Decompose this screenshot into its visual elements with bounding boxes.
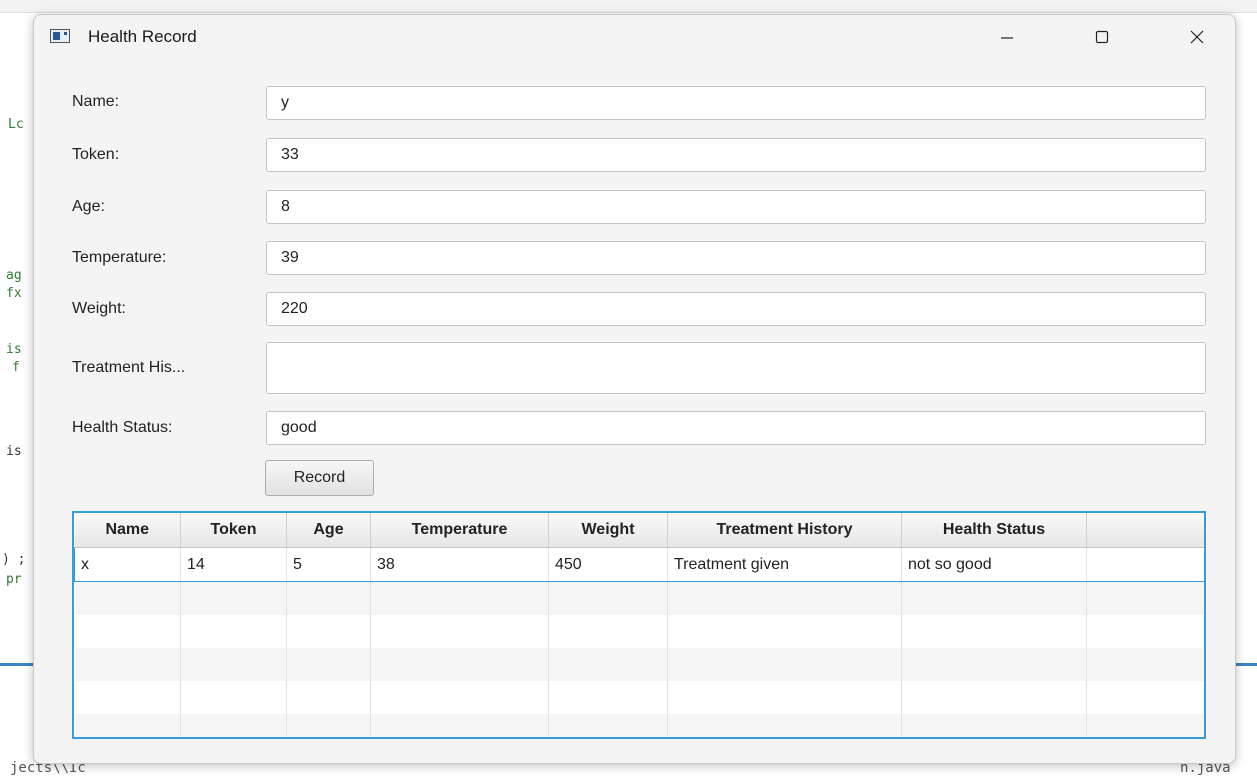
background-code-fragment: pr bbox=[6, 572, 22, 587]
column-header-temperature[interactable]: Temperature bbox=[370, 513, 549, 548]
close-button[interactable] bbox=[1174, 21, 1220, 53]
maximize-button[interactable] bbox=[1079, 21, 1125, 53]
table-header-row: Name Token Age Temperature Weight Treatm… bbox=[74, 513, 1204, 548]
table-cell[interactable]: 14 bbox=[180, 547, 287, 582]
table-cell[interactable]: x bbox=[74, 547, 181, 582]
table-cell[interactable] bbox=[1086, 547, 1204, 582]
table-cell[interactable]: 5 bbox=[286, 547, 371, 582]
temperature-field[interactable] bbox=[266, 241, 1206, 275]
table-cell[interactable]: 38 bbox=[370, 547, 549, 582]
name-label: Name: bbox=[72, 93, 120, 110]
column-header-filler bbox=[1086, 513, 1204, 548]
empty-table-row bbox=[74, 714, 1204, 737]
minimize-icon bbox=[1001, 37, 1013, 39]
app-window-icon bbox=[50, 29, 70, 43]
health-status-field[interactable] bbox=[266, 411, 1206, 445]
table-cell[interactable]: 450 bbox=[548, 547, 668, 582]
health-record-window: Health Record Name: Token: Age: Temperat… bbox=[33, 14, 1236, 764]
background-code-fragment: f bbox=[12, 360, 20, 375]
empty-table-row bbox=[74, 648, 1204, 681]
column-header-age[interactable]: Age bbox=[286, 513, 371, 548]
health-status-label: Health Status: bbox=[72, 419, 173, 436]
age-label: Age: bbox=[72, 198, 105, 215]
background-code-fragment: is bbox=[6, 444, 22, 459]
close-icon bbox=[1190, 30, 1204, 44]
name-field[interactable] bbox=[266, 86, 1206, 120]
background-code-fragment: fx bbox=[6, 286, 22, 301]
column-header-health-status[interactable]: Health Status bbox=[901, 513, 1087, 548]
token-label: Token: bbox=[72, 146, 120, 163]
table-cell[interactable]: not so good bbox=[901, 547, 1087, 582]
temperature-label: Temperature: bbox=[72, 249, 167, 266]
empty-table-row bbox=[74, 581, 1204, 615]
age-field[interactable] bbox=[266, 190, 1206, 224]
background-code-fragment: ) ; bbox=[2, 552, 26, 567]
records-table[interactable]: Name Token Age Temperature Weight Treatm… bbox=[72, 511, 1206, 739]
column-header-name[interactable]: Name bbox=[74, 513, 181, 548]
column-header-weight[interactable]: Weight bbox=[548, 513, 668, 548]
maximize-icon bbox=[1095, 30, 1109, 44]
treatment-history-label: Treatment His... bbox=[72, 359, 186, 376]
column-header-token[interactable]: Token bbox=[180, 513, 287, 548]
title-bar[interactable]: Health Record bbox=[34, 15, 1235, 59]
empty-table-row bbox=[74, 615, 1204, 648]
token-field[interactable] bbox=[266, 138, 1206, 172]
window-title: Health Record bbox=[88, 27, 197, 46]
weight-field[interactable] bbox=[266, 292, 1206, 326]
background-code-fragment: ag bbox=[6, 268, 22, 283]
minimize-button[interactable] bbox=[984, 21, 1030, 53]
background-code-fragment: Lc bbox=[8, 117, 24, 132]
treatment-history-field[interactable] bbox=[266, 342, 1206, 394]
table-cell[interactable]: Treatment given bbox=[667, 547, 902, 582]
record-button[interactable]: Record bbox=[265, 460, 374, 496]
column-header-treatment-history[interactable]: Treatment History bbox=[667, 513, 902, 548]
table-row[interactable]: x 14 5 38 450 Treatment given not so goo… bbox=[74, 547, 1204, 582]
background-code-fragment: is bbox=[6, 342, 22, 357]
weight-label: Weight: bbox=[72, 300, 126, 317]
background-ide-strip bbox=[0, 0, 1257, 13]
empty-table-row bbox=[74, 681, 1204, 714]
